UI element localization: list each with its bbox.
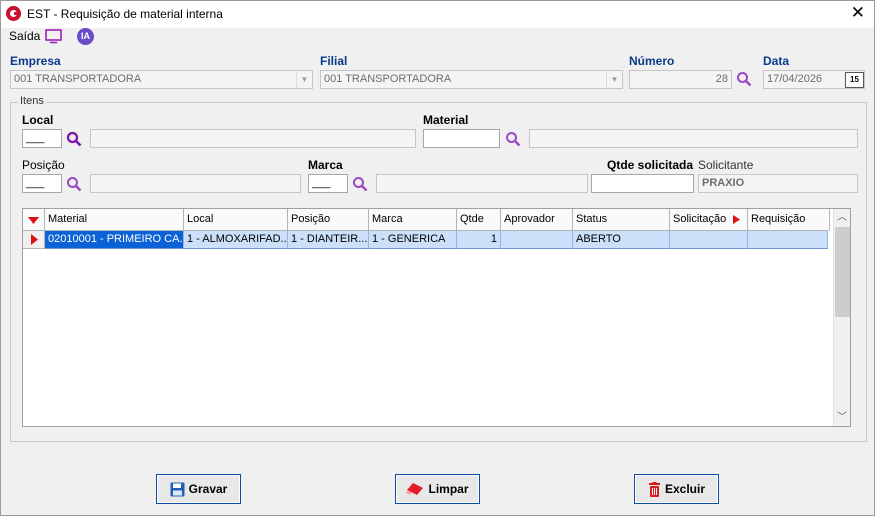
gravar-button[interactable]: Gravar — [156, 474, 241, 504]
cell-status[interactable]: ABERTO — [573, 231, 670, 249]
caret-down-icon[interactable] — [28, 216, 40, 226]
col-header-qtde[interactable]: Qtde — [457, 209, 501, 231]
calendar-icon[interactable]: 15 — [845, 72, 864, 88]
empresa-label: Empresa — [10, 54, 61, 68]
posicao-label: Posição — [22, 158, 65, 172]
grid-scrollbar[interactable]: ︿ ﹀ — [833, 209, 850, 426]
empresa-select[interactable]: 001 TRANSPORTADORA ▼ — [10, 70, 313, 89]
close-icon[interactable]: ✕ — [851, 4, 865, 21]
qtde-label: Qtde solicitada — [607, 158, 694, 172]
chevron-down-icon[interactable]: ▼ — [606, 71, 622, 88]
col-header-local[interactable]: Local — [184, 209, 288, 231]
data-value: 17/04/2026 — [767, 73, 823, 85]
sort-arrow-icon — [733, 215, 740, 224]
material-description-field — [529, 129, 858, 148]
grid-menu-cell[interactable] — [23, 209, 45, 231]
material-field[interactable] — [423, 129, 500, 148]
search-icon[interactable] — [352, 176, 368, 192]
save-icon — [170, 482, 185, 496]
local-field[interactable]: ___ — [22, 129, 62, 148]
limpar-button[interactable]: Limpar — [395, 474, 480, 504]
saida-label[interactable]: Saída — [9, 29, 40, 43]
numero-field[interactable]: 28 — [629, 70, 732, 89]
col-header-solicitacao-label: Solicitação — [673, 213, 727, 225]
window-title: EST - Requisição de material interna — [27, 7, 223, 21]
search-icon[interactable] — [505, 131, 521, 147]
marca-description-field — [376, 174, 588, 193]
eraser-icon — [406, 483, 424, 495]
search-icon[interactable] — [66, 131, 82, 147]
posicao-description-field — [90, 174, 301, 193]
filial-value: 001 TRANSPORTADORA — [324, 73, 452, 85]
table-row[interactable]: 02010001 - PRIMEIRO CA... 1 - ALMOXARIFA… — [23, 231, 828, 249]
data-label: Data — [763, 54, 790, 68]
cell-material[interactable]: 02010001 - PRIMEIRO CA... — [45, 231, 184, 249]
col-header-requisicao[interactable]: Requisição — [748, 209, 830, 231]
col-header-marca[interactable]: Marca — [369, 209, 457, 231]
col-header-status[interactable]: Status — [573, 209, 670, 231]
cell-posicao[interactable]: 1 - DIANTEIR... — [288, 231, 369, 249]
col-header-material[interactable]: Material — [45, 209, 184, 231]
excluir-label: Excluir — [664, 482, 706, 496]
cell-aprovador[interactable] — [501, 231, 573, 249]
monitor-icon[interactable] — [45, 29, 62, 44]
col-header-solicitacao[interactable]: Solicitação — [670, 209, 748, 231]
col-header-posicao[interactable]: Posição — [288, 209, 369, 231]
current-row-arrow-icon — [31, 234, 38, 245]
cell-solicitacao[interactable] — [670, 231, 748, 249]
row-indicator[interactable] — [23, 231, 45, 249]
title-bar: EST - Requisição de material interna ✕ — [1, 1, 874, 28]
scroll-thumb[interactable] — [835, 227, 850, 317]
excluir-button[interactable]: Excluir — [634, 474, 719, 504]
local-label: Local — [22, 113, 54, 127]
posicao-field[interactable]: ___ — [22, 174, 62, 193]
window: EST - Requisição de material interna ✕ S… — [0, 0, 875, 516]
app-logo-icon — [6, 6, 21, 21]
qtde-field[interactable] — [591, 174, 694, 193]
solicitante-label: Solicitante — [698, 158, 754, 172]
local-description-field — [90, 129, 416, 148]
material-label: Material — [423, 113, 469, 127]
filial-label: Filial — [320, 54, 348, 68]
numero-label: Número — [629, 54, 675, 68]
scroll-up-icon[interactable]: ︿ — [834, 209, 850, 226]
ia-icon[interactable]: IA — [77, 28, 94, 45]
cell-requisicao[interactable] — [748, 231, 828, 249]
search-icon[interactable] — [736, 71, 752, 87]
solicitante-field: PRAXIO — [698, 174, 858, 193]
itens-group-title: Itens — [18, 95, 46, 107]
cell-marca[interactable]: 1 - GENERICA — [369, 231, 457, 249]
cell-qtde[interactable]: 1 — [457, 231, 501, 249]
cell-local[interactable]: 1 - ALMOXARIFAD... — [184, 231, 288, 249]
grid-header: Material Local Posição Marca Qtde Aprova… — [23, 209, 830, 231]
col-header-aprovador[interactable]: Aprovador — [501, 209, 573, 231]
empresa-value: 001 TRANSPORTADORA — [14, 73, 142, 85]
marca-label: Marca — [308, 158, 343, 172]
trash-icon — [648, 481, 660, 497]
filial-select[interactable]: 001 TRANSPORTADORA ▼ — [320, 70, 623, 89]
items-grid[interactable]: Material Local Posição Marca Qtde Aprova… — [22, 208, 851, 427]
marca-field[interactable]: ___ — [308, 174, 348, 193]
limpar-label: Limpar — [428, 482, 469, 496]
scroll-down-icon[interactable]: ﹀ — [834, 409, 850, 426]
chevron-down-icon[interactable]: ▼ — [296, 71, 312, 88]
gravar-label: Gravar — [188, 482, 228, 496]
search-icon[interactable] — [66, 176, 82, 192]
